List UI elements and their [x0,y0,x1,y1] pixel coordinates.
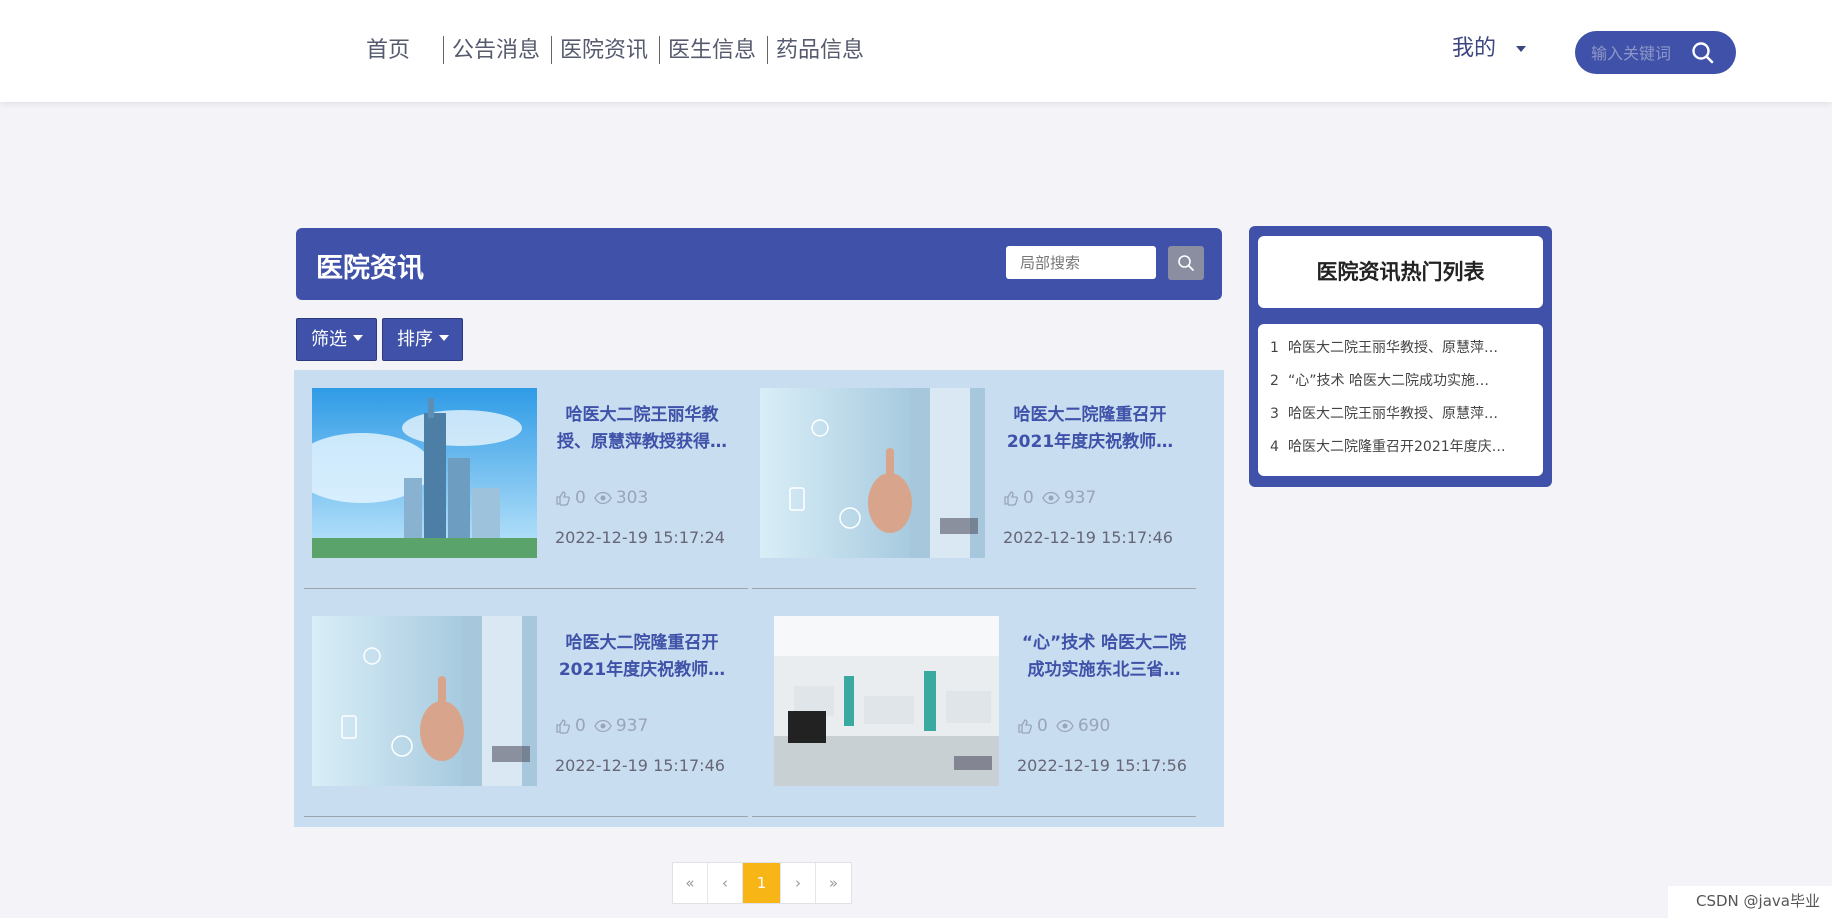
view-count: 303 [615,488,649,508]
hot-list-title: 医院资讯热门列表 [1258,236,1543,308]
pagination: « ‹ 1 › » [672,862,852,904]
nav-separator [551,36,552,64]
first-page-button[interactable]: « [673,863,708,903]
thumbs-up-icon[interactable] [555,718,571,734]
nav-medicine-info[interactable]: 药品信息 [776,34,864,68]
nav-separator [659,36,660,64]
view-count: 937 [1063,488,1097,508]
hot-list-item[interactable]: 1 哈医大二院王丽华教授、原慧萍… [1258,332,1543,365]
article-title[interactable]: “心”技术 哈医大二院成功实施东北三省… [1014,630,1194,684]
hot-item-number: 2 [1270,373,1279,389]
nav-separator [443,36,444,64]
hot-item-number: 1 [1270,340,1279,356]
top-search-input[interactable] [1591,41,1699,65]
watermark: CSDN @java毕业 [1668,886,1832,918]
nav-separator [767,36,768,64]
article-card[interactable]: 哈医大二院王丽华教授、原慧萍教授获得… 0 303 2022-12-19 15:… [304,388,756,592]
top-search-box[interactable] [1575,31,1736,74]
article-date: 2022-12-19 15:17:46 [1003,528,1173,547]
like-count: 0 [575,488,586,508]
article-stats: 0 303 [555,488,652,508]
thumbs-up-icon[interactable] [1003,490,1019,506]
current-page-button[interactable]: 1 [743,863,781,903]
user-menu[interactable]: 我的 [1452,32,1496,66]
last-page-button[interactable]: » [816,863,851,903]
sort-dropdown[interactable]: 排序 [382,318,463,361]
caret-down-icon [439,335,449,341]
article-thumbnail[interactable] [312,388,537,558]
hot-list-item[interactable]: 4 哈医大二院隆重召开2021年度庆… [1258,431,1543,464]
article-stats: 0 937 [1003,488,1100,508]
divider [752,588,1196,589]
hot-item-number: 4 [1270,439,1279,455]
article-title[interactable]: 哈医大二院隆重召开2021年度庆祝教师… [552,630,732,684]
sort-label: 排序 [397,329,433,350]
news-section-header: 医院资讯 [296,228,1222,300]
caret-down-icon [353,335,363,341]
article-thumbnail[interactable] [774,616,999,786]
hot-item-text[interactable]: “心”技术 哈医大二院成功实施… [1288,373,1489,389]
hot-list: 1 哈医大二院王丽华教授、原慧萍… 2 “心”技术 哈医大二院成功实施… 3 哈医大二… [1258,324,1543,476]
nav-hospital-news[interactable]: 医院资讯 [560,34,648,68]
article-stats: 0 690 [1017,716,1114,736]
filter-label: 筛选 [311,329,347,350]
local-search-input[interactable] [1006,246,1156,279]
hot-list-item[interactable]: 2 “心”技术 哈医大二院成功实施… [1258,365,1543,398]
chevron-down-icon[interactable] [1516,46,1526,52]
divider [304,816,748,817]
skyscraper-image [312,388,537,558]
nav-doctor-info[interactable]: 医生信息 [668,34,756,68]
eye-icon [1056,719,1074,733]
thumbs-up-icon[interactable] [555,490,571,506]
page-title: 医院资讯 [316,253,424,284]
hot-item-text[interactable]: 哈医大二院王丽华教授、原慧萍… [1288,406,1498,422]
article-card[interactable]: 哈医大二院隆重召开2021年度庆祝教师… 0 937 2022-12-19 15… [752,388,1204,592]
eye-icon [594,719,612,733]
doctor-touchscreen-image [760,388,985,558]
prev-page-button[interactable]: ‹ [708,863,743,903]
hot-list-item[interactable]: 3 哈医大二院王丽华教授、原慧萍… [1258,398,1543,431]
article-title[interactable]: 哈医大二院隆重召开2021年度庆祝教师… [1000,402,1180,456]
article-thumbnail[interactable] [760,388,985,558]
view-count: 690 [1077,716,1111,736]
like-count: 0 [1037,716,1048,736]
hospital-ward-image [774,616,999,786]
article-card[interactable]: 哈医大二院隆重召开2021年度庆祝教师… 0 937 2022-12-19 15… [304,616,756,820]
hot-item-number: 3 [1270,406,1279,422]
thumbs-up-icon[interactable] [1017,718,1033,734]
eye-icon [1042,491,1060,505]
article-thumbnail[interactable] [312,616,537,786]
doctor-touchscreen-image [312,616,537,786]
article-date: 2022-12-19 15:17:56 [1017,756,1187,775]
eye-icon [594,491,612,505]
nav-home[interactable]: 首页 [366,34,410,68]
hot-list-panel: 医院资讯热门列表 1 哈医大二院王丽华教授、原慧萍… 2 “心”技术 哈医大二院成功… [1249,226,1552,487]
hot-item-text[interactable]: 哈医大二院王丽华教授、原慧萍… [1288,340,1498,356]
nav-announcements[interactable]: 公告消息 [452,34,540,68]
next-page-button[interactable]: › [781,863,816,903]
article-date: 2022-12-19 15:17:46 [555,756,725,775]
local-search-button[interactable] [1168,246,1204,280]
article-card[interactable]: “心”技术 哈医大二院成功实施东北三省… 0 690 2022-12-19 15… [752,616,1218,820]
search-icon[interactable] [1690,40,1716,66]
view-count: 937 [615,716,649,736]
like-count: 0 [575,716,586,736]
divider [752,816,1196,817]
divider [304,588,748,589]
filter-dropdown[interactable]: 筛选 [296,318,377,361]
article-stats: 0 937 [555,716,652,736]
article-title[interactable]: 哈医大二院王丽华教授、原慧萍教授获得… [552,402,732,456]
hot-item-text[interactable]: 哈医大二院隆重召开2021年度庆… [1288,439,1506,455]
article-grid: 哈医大二院王丽华教授、原慧萍教授获得… 0 303 2022-12-19 15:… [294,370,1224,827]
top-navbar: 首页 公告消息 医院资讯 医生信息 药品信息 我的 [0,0,1832,102]
like-count: 0 [1023,488,1034,508]
article-date: 2022-12-19 15:17:24 [555,528,725,547]
search-icon [1178,255,1194,271]
